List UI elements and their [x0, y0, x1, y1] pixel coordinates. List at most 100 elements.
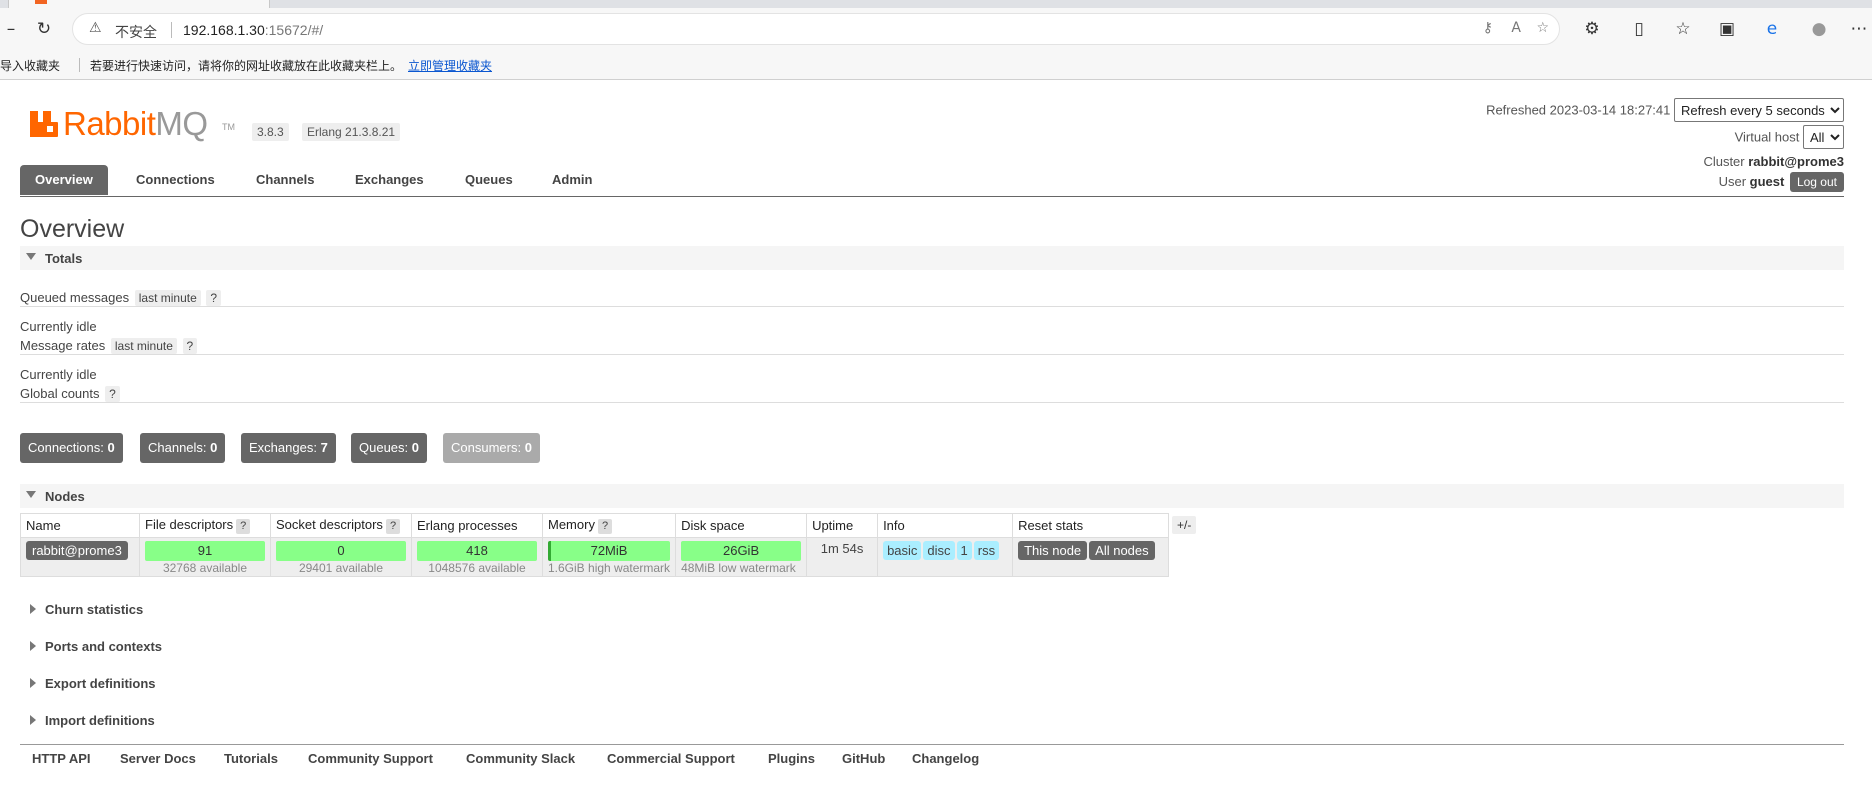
expand-icon — [30, 715, 36, 725]
collapse-icon — [26, 253, 36, 260]
refresh-interval-select[interactable]: Refresh every 5 seconds — [1674, 98, 1844, 122]
export-definitions-header[interactable]: Export definitions — [20, 672, 320, 696]
import-favorites[interactable]: 导入收藏夹 — [0, 57, 60, 74]
extensions-icon[interactable]: ⚙ — [1581, 18, 1603, 40]
key-icon[interactable]: ⚷ — [1483, 20, 1493, 36]
read-aloud-icon[interactable]: A — [1511, 20, 1521, 36]
vhost-label: Virtual host — [1734, 129, 1800, 145]
queued-range-pill[interactable]: last minute — [134, 290, 201, 306]
reset-stats-cell: This node All nodes — [1012, 537, 1170, 577]
footer-link-commercial-support[interactable]: Commercial Support — [607, 751, 735, 766]
help-icon[interactable]: ? — [236, 519, 251, 534]
fd-cell: 91 32768 available — [139, 537, 271, 577]
totals-section-header[interactable]: Totals — [20, 246, 1844, 270]
ports-contexts-header[interactable]: Ports and contexts — [20, 635, 320, 659]
url-text[interactable]: 192.168.1.30:15672/#/ — [183, 22, 323, 38]
more-icon[interactable]: ⋯ — [1848, 18, 1870, 40]
tab-channels[interactable]: Channels — [241, 165, 330, 195]
help-icon[interactable]: ? — [385, 519, 401, 534]
connections-count-button[interactable]: Connections: 0 — [20, 433, 123, 463]
fd-available: 32768 available — [162, 561, 248, 575]
tab-queues[interactable]: Queues — [450, 165, 528, 195]
collections-icon[interactable]: ▣ — [1716, 18, 1738, 40]
tab-exchanges[interactable]: Exchanges — [340, 165, 439, 195]
global-counts-help-icon[interactable]: ? — [105, 386, 120, 402]
help-icon[interactable]: ? — [597, 519, 613, 534]
rates-help-icon[interactable]: ? — [182, 338, 198, 354]
global-counts-row: Global counts ? — [20, 386, 120, 402]
col-name: Name — [20, 513, 140, 538]
tab-connections[interactable]: Connections — [121, 165, 230, 195]
col-disk-space: Disk space — [675, 513, 808, 538]
user-row: User guest Log out — [1719, 172, 1844, 192]
disk-watermark: 48MiB low watermark — [681, 561, 796, 575]
queued-messages-label: Queued messages — [20, 290, 130, 305]
col-file-descriptors: File descriptors? — [139, 513, 271, 538]
browser-tab[interactable] — [8, 0, 270, 8]
disk-bar: 26GiB — [681, 541, 802, 561]
channels-count-button[interactable]: Channels: 0 — [140, 433, 226, 463]
favorites-icon[interactable]: ☆ — [1672, 18, 1694, 40]
info-tag-disc: disc — [923, 541, 955, 560]
footer-link-community-slack[interactable]: Community Slack — [466, 751, 575, 766]
info-tag-rss: rss — [973, 541, 1000, 560]
import-definitions-header[interactable]: Import definitions — [20, 709, 320, 733]
footer-link-server-docs[interactable]: Server Docs — [120, 751, 196, 766]
collapse-icon — [26, 491, 36, 498]
col-reset-stats: Reset stats — [1012, 513, 1170, 538]
profile-icon[interactable]: ● — [1808, 18, 1830, 40]
split-screen-icon[interactable]: ▯ — [1628, 18, 1650, 40]
reset-all-nodes-button[interactable]: All nodes — [1089, 541, 1155, 560]
edge-icon[interactable]: e — [1761, 18, 1783, 40]
footer-link-plugins[interactable]: Plugins — [768, 751, 815, 766]
memory-watermark: 1.6GiB high watermark — [548, 561, 671, 575]
vhost-select[interactable]: All — [1803, 125, 1844, 149]
ep-available: 1048576 available — [428, 561, 526, 575]
churn-statistics-header[interactable]: Churn statistics — [20, 598, 320, 622]
footer-link-tutorials[interactable]: Tutorials — [224, 751, 278, 766]
cluster-row: Cluster rabbit@prome3 — [1703, 154, 1844, 169]
security-label[interactable]: 不安全 — [115, 22, 157, 42]
expand-icon — [30, 678, 36, 688]
exchanges-count-button[interactable]: Exchanges: 7 — [241, 433, 336, 463]
logo-tm: TM — [222, 122, 235, 132]
table-header-row: Name File descriptors? Socket descriptor… — [20, 513, 1170, 538]
url-path: :15672/#/ — [264, 22, 324, 38]
browser-toolbar: – ↻ ⚠ 不安全 192.168.1.30:15672/#/ ⚷ A ☆ ⚙ … — [0, 8, 1872, 50]
footer-link-changelog[interactable]: Changelog — [912, 751, 979, 766]
queued-help-icon[interactable]: ? — [206, 290, 222, 306]
message-rates-label: Message rates — [20, 338, 106, 353]
info-tag-count: 1 — [956, 541, 972, 560]
page: RabbitMQ TM 3.8.3 Erlang 21.3.8.21 Refre… — [0, 81, 1872, 809]
disk-cell: 26GiB 48MiB low watermark — [675, 537, 808, 577]
refresh-icon[interactable]: ↻ — [33, 18, 55, 40]
cluster-label: Cluster — [1703, 154, 1745, 169]
expand-icon — [30, 604, 36, 614]
nodes-section-header[interactable]: Nodes — [20, 484, 1844, 508]
browser-tabstrip — [0, 0, 1872, 8]
tab-overview[interactable]: Overview — [20, 165, 108, 195]
reset-this-node-button[interactable]: This node — [1018, 541, 1088, 560]
footer-link-http-api[interactable]: HTTP API — [32, 751, 91, 766]
sd-bar: 0 — [276, 541, 406, 561]
node-name-link[interactable]: rabbit@prome3 — [26, 541, 128, 560]
col-memory: Memory? — [541, 513, 677, 538]
url-host: 192.168.1.30 — [183, 22, 265, 38]
rates-range-pill[interactable]: last minute — [110, 338, 177, 354]
tab-admin[interactable]: Admin — [537, 165, 607, 195]
column-toggle-button[interactable]: +/- — [1172, 516, 1197, 534]
footer-link-community-support[interactable]: Community Support — [308, 751, 433, 766]
logout-button[interactable]: Log out — [1789, 172, 1844, 192]
address-bar[interactable]: ⚠ 不安全 192.168.1.30:15672/#/ ⚷ A ☆ — [72, 13, 1560, 45]
favbar-divider — [79, 58, 80, 72]
manage-favorites-link[interactable]: 立即管理收藏夹 — [408, 57, 492, 74]
back-icon[interactable]: – — [0, 18, 22, 40]
favbar-hint: 若要进行快速访问，请将你的网址收藏放在此收藏夹栏上。 — [90, 59, 403, 73]
footer-link-github[interactable]: GitHub — [842, 751, 885, 766]
nodes-table: Name File descriptors? Socket descriptor… — [20, 513, 1170, 577]
add-favorite-icon[interactable]: ☆ — [1536, 20, 1549, 36]
consumers-count-button[interactable]: Consumers: 0 — [443, 433, 540, 463]
user-label: User — [1718, 174, 1747, 189]
queues-count-button[interactable]: Queues: 0 — [351, 433, 428, 463]
uptime-cell: 1m 54s — [806, 537, 879, 577]
